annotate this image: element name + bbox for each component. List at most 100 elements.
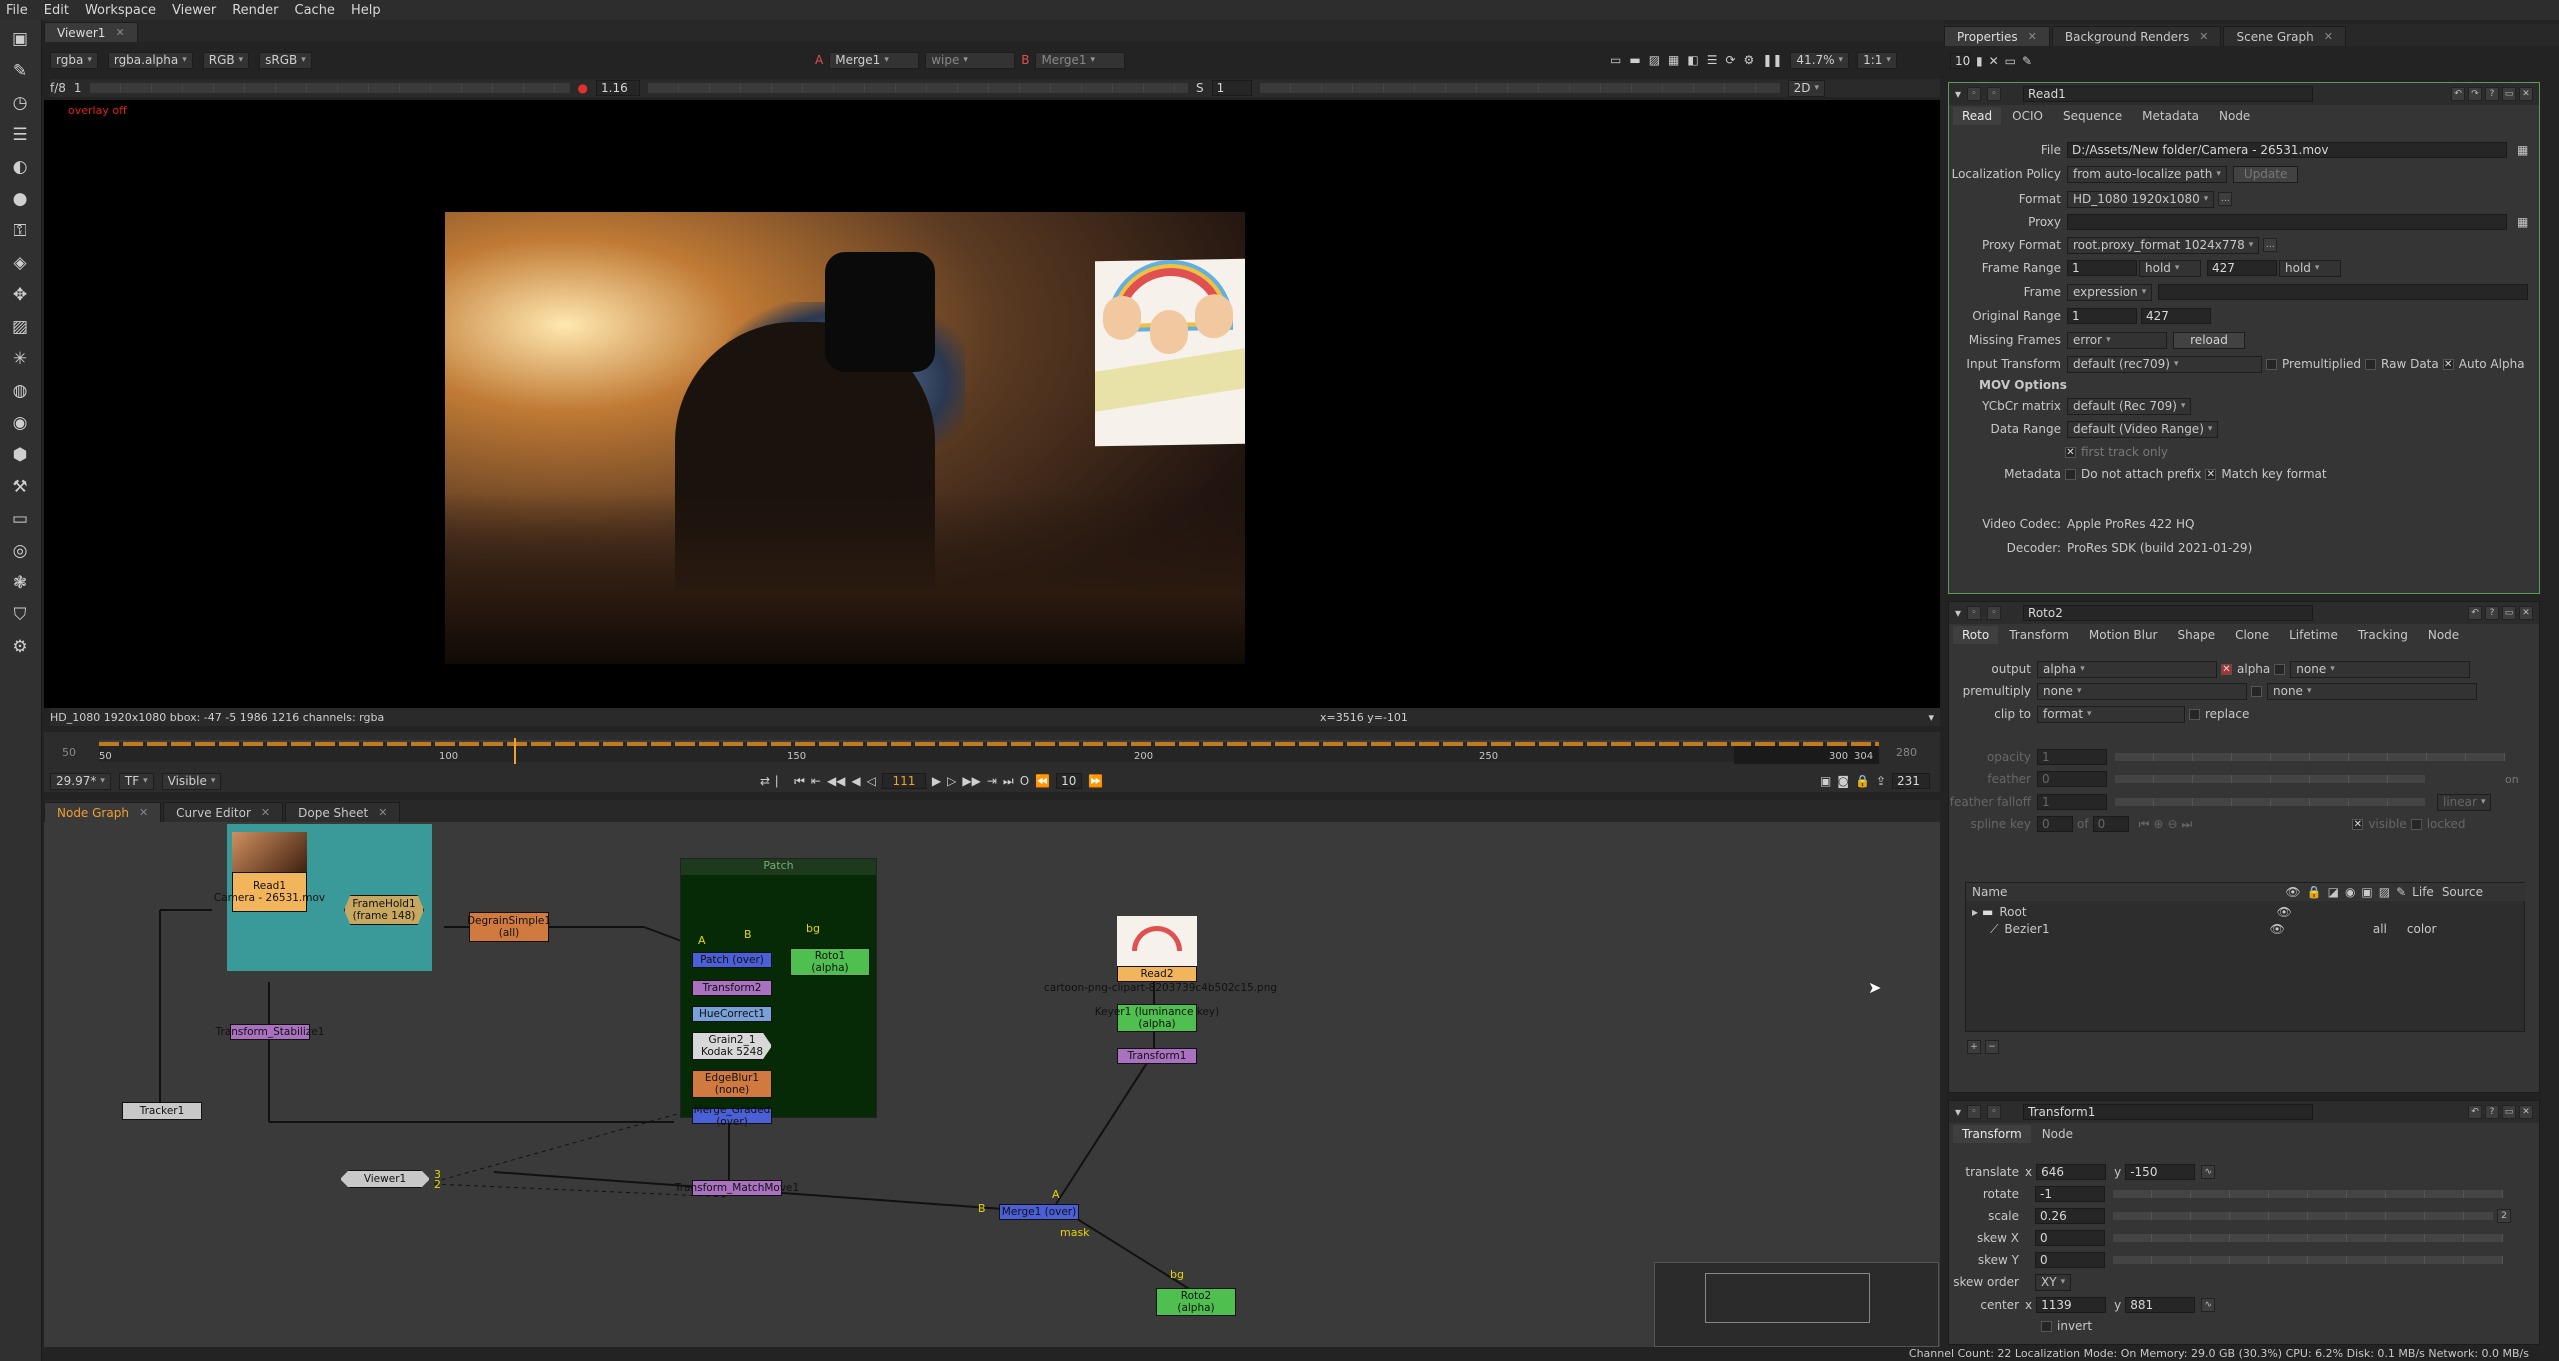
- framehold-node[interactable]: FrameHold1 (frame 148): [344, 895, 424, 925]
- collapse-icon[interactable]: ▾: [1955, 1105, 1961, 1119]
- close-icon[interactable]: ✕: [2028, 30, 2037, 43]
- alpha-dropdown[interactable]: rgba.alpha: [107, 51, 193, 69]
- invert-checkbox[interactable]: [2041, 1320, 2052, 1332]
- fstop-value[interactable]: f/8: [50, 81, 66, 95]
- s-input[interactable]: 1: [1211, 80, 1252, 96]
- cache-icon[interactable]: ◙: [1837, 774, 1849, 788]
- tab-tracking[interactable]: Tracking: [2349, 626, 2417, 644]
- eye-icon[interactable]: 👁: [2277, 905, 2292, 919]
- update-button[interactable]: Update: [2232, 165, 2299, 183]
- rotate-slider[interactable]: [2113, 1190, 2503, 1198]
- node-graph-canvas[interactable]: Patch Read1 Camera - 26531.mov FrameHold…: [44, 822, 1940, 1347]
- close-icon[interactable]: ✕: [2519, 87, 2533, 101]
- frame-mode-dropdown[interactable]: expression: [2067, 283, 2153, 301]
- current-frame-input[interactable]: 111: [881, 773, 926, 789]
- output-dropdown[interactable]: alpha: [2037, 660, 2217, 678]
- tracker-node[interactable]: Tracker1: [122, 1102, 202, 1120]
- menu-cache[interactable]: Cache: [295, 3, 335, 18]
- transform2-node[interactable]: Transform2: [692, 980, 772, 996]
- visible-dropdown[interactable]: Visible: [161, 772, 222, 790]
- float-icon[interactable]: ▭: [2005, 54, 2016, 68]
- match-key-checkbox[interactable]: [2205, 468, 2217, 480]
- timeline-end[interactable]: 280: [1896, 746, 1917, 759]
- node-name-input[interactable]: Transform1: [2023, 1104, 2314, 1120]
- tab-viewer1[interactable]: Viewer1 ✕: [44, 22, 138, 42]
- tab-shape[interactable]: Shape: [2169, 626, 2225, 644]
- proxy-format-dropdown[interactable]: root.proxy_format 1024x778: [2067, 236, 2260, 254]
- add-shape-button[interactable]: +: [1967, 1040, 1981, 1054]
- feather-input[interactable]: 0: [2037, 771, 2107, 787]
- close-icon[interactable]: ✕: [139, 806, 148, 819]
- close-icon[interactable]: ✕: [378, 806, 387, 819]
- gain-input[interactable]: 1.16: [596, 80, 641, 96]
- stabilize-node[interactable]: Transform_Stabilize1: [216, 1024, 324, 1040]
- patch-merge-node[interactable]: Patch (over): [692, 952, 772, 968]
- step-back-icon[interactable]: ◀: [851, 774, 860, 788]
- collapse-icon[interactable]: ▸: [1972, 905, 1978, 919]
- node-color-icon[interactable]: ◦: [1967, 87, 1982, 101]
- grain-node[interactable]: Grain2_1 Kodak 5248: [692, 1032, 772, 1060]
- tab-scene-graph[interactable]: Scene Graph ✕: [2223, 26, 2346, 46]
- folder-icon[interactable]: ▦: [2517, 143, 2528, 157]
- menu-help[interactable]: Help: [351, 3, 381, 18]
- tab-ocio[interactable]: OCIO: [2003, 107, 2052, 125]
- frame-start-input[interactable]: 1: [2067, 260, 2137, 276]
- filter-icon[interactable]: ●: [9, 188, 31, 210]
- help-icon[interactable]: ?: [2485, 87, 2499, 101]
- pause-icon[interactable]: ❚❚: [1762, 53, 1782, 67]
- toolsets-icon[interactable]: ⚒: [9, 476, 31, 498]
- node-view-icon[interactable]: ◦: [1987, 606, 2002, 620]
- keyer-icon[interactable]: ⚿: [9, 220, 31, 242]
- out-point-icon[interactable]: O: [1020, 774, 1029, 788]
- skew-order-dropdown[interactable]: XY: [2035, 1273, 2072, 1291]
- degrain-node[interactable]: DegrainSimple1 (all): [467, 912, 551, 942]
- play-back-icon[interactable]: ◁: [867, 774, 876, 788]
- menu-workspace[interactable]: Workspace: [85, 3, 156, 18]
- views-icon[interactable]: ◉: [9, 412, 31, 434]
- tab-node[interactable]: Node: [2210, 107, 2259, 125]
- channel-icon[interactable]: ☰: [9, 124, 31, 146]
- feather-slider[interactable]: [2115, 775, 2425, 783]
- gear-icon[interactable]: ⚙: [1744, 53, 1755, 67]
- viewer-canvas[interactable]: overlay off: [44, 100, 1940, 708]
- cara-icon[interactable]: ⛉: [9, 604, 31, 626]
- format-dropdown[interactable]: HD_1080 1920x1080: [2067, 190, 2215, 208]
- settings-icon[interactable]: ⚙: [9, 636, 31, 658]
- read2-node[interactable]: Read2: [1117, 966, 1197, 982]
- spline-key-input[interactable]: 0: [2037, 816, 2073, 832]
- remove-shape-button[interactable]: −: [1985, 1040, 1999, 1054]
- output-none-dropdown[interactable]: none: [2290, 660, 2471, 678]
- tree-bezier1[interactable]: ⟋ Bezier1 👁 all color: [1990, 920, 2436, 938]
- roto1-node[interactable]: Roto1 (alpha): [790, 948, 870, 976]
- menu-file[interactable]: File: [6, 3, 28, 18]
- timeline-start[interactable]: 50: [62, 746, 76, 759]
- frame-increment[interactable]: 1: [74, 81, 82, 95]
- help-icon[interactable]: ?: [2485, 606, 2499, 620]
- close-icon[interactable]: ✕: [2519, 1105, 2533, 1119]
- time-icon[interactable]: ◷: [9, 92, 31, 114]
- tree-root[interactable]: ▸ ▬ Root 👁: [1972, 903, 2292, 921]
- menu-viewer[interactable]: Viewer: [172, 3, 216, 18]
- node-view-icon[interactable]: ◦: [1987, 1105, 2002, 1119]
- roi-icon[interactable]: ▭: [1610, 53, 1621, 67]
- tf-dropdown[interactable]: TF: [118, 772, 154, 790]
- locked-checkbox[interactable]: [2410, 818, 2422, 830]
- clip-dropdown[interactable]: format: [2037, 705, 2185, 723]
- scale-channels-button[interactable]: 2: [2497, 1209, 2511, 1223]
- transform-icon[interactable]: ✥: [9, 284, 31, 306]
- close-icon[interactable]: ✕: [261, 806, 270, 819]
- localization-dropdown[interactable]: from auto-localize path: [2067, 165, 2227, 183]
- clip-icon[interactable]: ▦: [1668, 53, 1679, 67]
- tab-metadata[interactable]: Metadata: [2133, 107, 2208, 125]
- playhead[interactable]: [514, 738, 516, 764]
- saturation-slider[interactable]: [1259, 83, 1780, 93]
- prev-key-icon[interactable]: ⇤: [811, 774, 821, 788]
- node-color-icon[interactable]: ◦: [1967, 606, 1982, 620]
- matchmove-node[interactable]: Transform_MatchMove1: [675, 1180, 799, 1196]
- gain-slider[interactable]: [89, 83, 570, 93]
- ycbcr-dropdown[interactable]: default (Rec 709): [2067, 397, 2192, 415]
- menu-edit[interactable]: Edit: [44, 3, 69, 18]
- close-icon[interactable]: ✕: [2199, 30, 2208, 43]
- float-panel-icon[interactable]: ▭: [2502, 606, 2516, 620]
- premultiply-dropdown[interactable]: none: [2037, 682, 2247, 700]
